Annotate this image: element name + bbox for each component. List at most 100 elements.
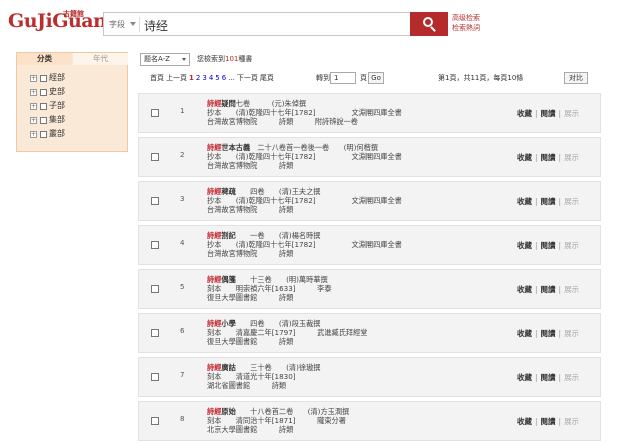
sidebar-item-label: 史部 [49,87,65,96]
keyword-highlight[interactable]: 詩經 [207,363,221,372]
keyword-highlight[interactable]: 詩經 [207,99,221,108]
row-checkbox[interactable] [151,197,159,205]
read-button[interactable]: 閱讀 [541,373,556,382]
row-checkbox[interactable] [151,417,159,425]
book-title[interactable]: 疑問 [221,99,235,108]
book-title[interactable]: 劄記 [221,231,235,240]
collect-button[interactable]: 收藏 [517,285,532,294]
read-button[interactable]: 閱讀 [541,417,556,426]
site-logo[interactable]: GuJiGuan 古籍館 [8,6,107,38]
book-title-line: 詩經稗疏 四卷 (清)王夫之撰 [207,187,320,196]
page-link[interactable]: 5 [215,74,219,82]
book-volumes-author: 七卷 (元)朱倬撰 [235,99,307,108]
read-button[interactable]: 閱讀 [541,153,556,162]
display-button[interactable]: 展示 [564,285,579,294]
book-title[interactable]: 廣詁 [221,363,235,372]
row-actions: 收藏 | 閱讀 | 展示 [517,417,580,426]
sidebar-item[interactable]: + 子部 [17,99,127,113]
category-checkbox[interactable] [40,131,47,138]
sidebar-item[interactable]: + 史部 [17,85,127,99]
collect-button[interactable]: 收藏 [517,417,532,426]
prev-page-link[interactable]: 上一頁 [166,74,187,82]
book-title-line: 詩經原始 十八卷首二卷 (清)方玉潤撰 [207,407,349,416]
book-title[interactable]: 偶箋 [221,275,235,284]
result-row: 3 詩經稗疏 四卷 (清)王夫之撰 抄本 (清)乾隆四十七年[1782] 文淵閣四庫… [138,181,601,221]
keyword-highlight[interactable]: 詩經 [207,275,221,284]
display-button[interactable]: 展示 [564,373,579,382]
book-title[interactable]: 小學 [221,319,235,328]
sidebar-item-label: 經部 [49,73,65,82]
page-link[interactable]: 3 [202,74,206,82]
book-title[interactable]: 世本古義 [221,143,250,152]
category-checkbox[interactable] [40,117,47,124]
expand-icon[interactable]: + [30,103,37,110]
keyword-highlight[interactable]: 詩經 [207,143,221,152]
read-button[interactable]: 閱讀 [541,109,556,118]
category-sidebar: 分类 年代 + 經部 + 史部 + 子部 + 集部 + 叢部 [16,52,128,152]
search-box: 字段 诗经 [103,12,411,36]
expand-icon[interactable]: + [30,89,37,96]
collect-button[interactable]: 收藏 [517,153,532,162]
display-button[interactable]: 展示 [564,197,579,206]
search-input[interactable]: 诗经 [144,17,168,34]
go-button[interactable]: Go [368,72,384,84]
collect-button[interactable]: 收藏 [517,197,532,206]
row-checkbox[interactable] [151,109,159,117]
sidebar-item[interactable]: + 經部 [17,71,127,85]
collect-button[interactable]: 收藏 [517,329,532,338]
sidebar-item[interactable]: + 集部 [17,113,127,127]
category-checkbox[interactable] [40,75,47,82]
keyword-highlight[interactable]: 詩經 [207,407,221,416]
hot-terms-link[interactable]: 检索熱詞 [452,23,480,33]
read-button[interactable]: 閱讀 [541,197,556,206]
book-title[interactable]: 稗疏 [221,187,235,196]
tab-category[interactable]: 分类 [17,53,72,65]
row-checkbox[interactable] [151,241,159,249]
page-link[interactable]: 6 [222,74,226,82]
display-button[interactable]: 展示 [564,109,579,118]
compare-button[interactable]: 对比 [564,72,588,84]
page-link[interactable]: 1 [189,74,194,82]
display-button[interactable]: 展示 [564,241,579,250]
read-button[interactable]: 閱讀 [541,329,556,338]
edition-line: 刻本 清同治十年[1871] 隴東分署 [207,416,346,425]
display-button[interactable]: 展示 [564,153,579,162]
first-page-link[interactable]: 首頁 [150,74,164,82]
search-scope-select[interactable]: 字段 [109,19,125,30]
row-actions: 收藏 | 閱讀 | 展示 [517,241,580,250]
row-checkbox[interactable] [151,285,159,293]
row-checkbox[interactable] [151,373,159,381]
next-page-link[interactable]: 下一頁 [237,74,258,82]
sidebar-item[interactable]: + 叢部 [17,127,127,141]
sort-select[interactable]: 题名A-Z [140,53,190,66]
row-checkbox[interactable] [151,153,159,161]
jump-page-input[interactable]: 1 [330,72,356,84]
display-button[interactable]: 展示 [564,417,579,426]
advanced-search-link[interactable]: 高级检索 [452,13,480,23]
last-page-link[interactable]: 尾頁 [260,74,274,82]
expand-icon[interactable]: + [30,117,37,124]
collect-button[interactable]: 收藏 [517,373,532,382]
expand-icon[interactable]: + [30,75,37,82]
collect-button[interactable]: 收藏 [517,109,532,118]
keyword-highlight[interactable]: 詩經 [207,187,221,196]
row-index: 8 [180,415,185,423]
row-checkbox[interactable] [151,329,159,337]
tab-era[interactable]: 年代 [73,53,128,65]
read-button[interactable]: 閱讀 [541,285,556,294]
search-button[interactable] [410,12,448,36]
keyword-highlight[interactable]: 詩經 [207,231,221,240]
keyword-highlight[interactable]: 詩經 [207,319,221,328]
collect-button[interactable]: 收藏 [517,241,532,250]
book-title[interactable]: 原始 [221,407,235,416]
category-checkbox[interactable] [40,103,47,110]
read-button[interactable]: 閱讀 [541,241,556,250]
book-volumes-author: 十三卷 (明)萬時華撰 [235,275,328,284]
expand-icon[interactable]: + [30,131,37,138]
result-row: 1 詩經疑問七卷 (元)朱倬撰 抄本 (清)乾隆四十七年[1782] 文淵閣四庫全書… [138,93,601,133]
page-link[interactable]: 2 [196,74,200,82]
page-link[interactable]: 4 [209,74,213,82]
category-checkbox[interactable] [40,89,47,96]
display-button[interactable]: 展示 [564,329,579,338]
result-row: 7 詩經廣詁 三十卷 (清)徐璈撰 刻本 清道光十年[1830] 湖北省圖書館 詩類 收… [138,357,601,397]
